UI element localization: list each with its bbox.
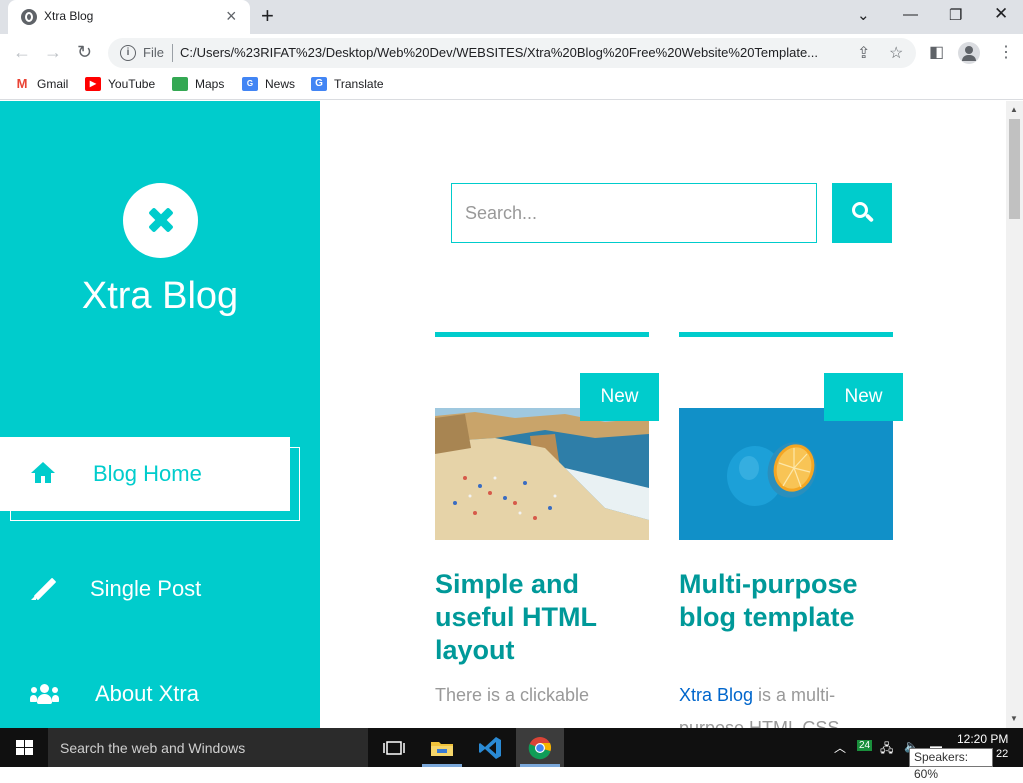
close-window-icon[interactable]: ✕ xyxy=(994,4,1008,24)
bookmark-youtube[interactable]: ▶ YouTube xyxy=(85,77,155,91)
post-card: New Simple and useful HTML layout There … xyxy=(435,332,659,728)
taskbar-search-placeholder: Search the web and Windows xyxy=(60,740,246,756)
profile-avatar-icon[interactable] xyxy=(958,42,980,64)
url-text[interactable]: C:/Users/%23RIFAT%23/Desktop/Web%20Dev/W… xyxy=(180,45,845,60)
reload-icon[interactable]: ↻ xyxy=(77,42,92,62)
bookmark-label: Translate xyxy=(334,77,384,91)
url-separator xyxy=(172,44,173,62)
vscode-icon[interactable] xyxy=(476,734,504,762)
forward-icon[interactable]: → xyxy=(44,42,62,62)
post-image-beach[interactable] xyxy=(435,408,649,540)
translate-icon: G xyxy=(311,77,327,91)
x-logo-icon xyxy=(123,183,198,258)
site-title[interactable]: Xtra Blog xyxy=(0,275,320,318)
nav-item-about[interactable]: About Xtra xyxy=(0,662,320,726)
pencil-icon xyxy=(30,577,57,601)
browser-tab-strip: Xtra Blog × + ⌄ — ❐ ✕ xyxy=(0,0,1023,34)
bookmark-star-icon[interactable]: ☆ xyxy=(889,43,903,63)
nav-item-blog-home[interactable]: Blog Home xyxy=(0,437,290,511)
post-title[interactable]: Simple and useful HTML layout xyxy=(435,568,649,667)
browser-toolbar: ← → ↻ i File C:/Users/%23RIFAT%23/Deskto… xyxy=(0,34,1023,72)
new-badge: New xyxy=(580,373,659,421)
restore-icon[interactable]: ❐ xyxy=(949,6,962,24)
close-tab-icon[interactable]: × xyxy=(226,7,237,25)
blue-orange-photo xyxy=(679,408,893,540)
chrome-icon xyxy=(526,734,554,762)
network-icon[interactable]: 🖧 xyxy=(880,739,893,760)
globe-icon xyxy=(21,9,37,25)
windows-taskbar: Search the web and Windows ︿ 24 🖧 🔈 ▬ 12… xyxy=(0,728,1023,767)
nav-label: About Xtra xyxy=(95,681,199,706)
gmail-icon: M xyxy=(14,77,30,91)
sidebar: Xtra Blog Blog Home Single Post About Xt… xyxy=(0,101,320,728)
post-card: New Multi-purpose blog template Xtra Blo… xyxy=(679,332,903,728)
file-explorer-icon[interactable] xyxy=(428,734,456,762)
maps-icon xyxy=(172,77,188,91)
tray-overflow-icon[interactable]: ︿ xyxy=(834,739,846,756)
post-image-orange[interactable] xyxy=(679,408,893,540)
search-input[interactable]: Search... xyxy=(451,183,817,243)
info-icon[interactable]: i xyxy=(120,45,136,61)
card-top-rule xyxy=(679,332,893,337)
share-icon[interactable]: ⇪ xyxy=(857,43,870,63)
search-button[interactable] xyxy=(832,183,892,243)
main-content: Search... New Simple and useful HTML lay… xyxy=(320,101,1006,728)
minimize-icon[interactable]: — xyxy=(903,6,918,23)
bookmark-label: Gmail xyxy=(37,77,69,91)
excerpt-link[interactable]: Xtra Blog xyxy=(679,685,753,705)
address-bar[interactable]: i File C:/Users/%23RIFAT%23/Desktop/Web%… xyxy=(108,38,916,68)
news-icon: G xyxy=(242,77,258,91)
card-top-rule xyxy=(435,332,649,337)
scroll-down-icon[interactable]: ▼ xyxy=(1010,714,1018,723)
chrome-taskbar-button[interactable] xyxy=(516,728,564,767)
windows-start-icon[interactable] xyxy=(16,740,33,756)
search-icon-handle xyxy=(864,213,875,223)
new-badge: New xyxy=(824,373,903,421)
clock-date: 22 xyxy=(996,748,1009,760)
url-scheme-label: File xyxy=(143,45,164,60)
bookmark-maps[interactable]: Maps xyxy=(172,77,224,91)
browser-tab[interactable]: Xtra Blog × xyxy=(8,0,250,34)
menu-kebab-icon[interactable]: ⋮ xyxy=(998,42,1014,62)
nav-label: Single Post xyxy=(90,576,202,601)
bookmark-label: Maps xyxy=(195,77,225,91)
clock[interactable]: 12:20 PM xyxy=(957,731,1008,747)
post-excerpt: Xtra Blog is a multi-purpose HTML CSS xyxy=(679,679,893,728)
bookmarks-bar: M Gmail ▶ YouTube Maps G News G Translat… xyxy=(0,72,1023,100)
tray-app-badge[interactable]: 24 xyxy=(857,740,873,751)
page-scrollbar[interactable]: ▲ ▼ xyxy=(1006,101,1023,728)
task-view-icon[interactable] xyxy=(380,734,408,762)
bookmark-label: News xyxy=(265,77,296,91)
logo[interactable] xyxy=(123,183,198,258)
beach-photo xyxy=(435,408,649,540)
tab-title: Xtra Blog xyxy=(44,9,94,23)
side-panel-icon[interactable]: ◧ xyxy=(929,42,944,62)
youtube-icon: ▶ xyxy=(85,77,101,91)
back-icon[interactable]: ← xyxy=(13,42,31,62)
post-title[interactable]: Multi-purpose blog template xyxy=(679,568,893,634)
clock-time: 12:20 PM xyxy=(957,732,1009,746)
post-excerpt: There is a clickable xyxy=(435,685,590,705)
scroll-thumb[interactable] xyxy=(1009,119,1020,219)
nav-item-single-post[interactable]: Single Post xyxy=(0,557,320,621)
bookmark-translate[interactable]: G Translate xyxy=(311,77,384,91)
tab-search-chevron-icon[interactable]: ⌄ xyxy=(857,6,870,24)
nav-label: Blog Home xyxy=(93,461,202,486)
bookmark-news[interactable]: G News xyxy=(242,77,295,91)
bookmark-gmail[interactable]: M Gmail xyxy=(14,77,68,91)
taskbar-search-box[interactable]: Search the web and Windows xyxy=(48,728,368,767)
scroll-up-icon[interactable]: ▲ xyxy=(1010,105,1018,114)
new-tab-icon[interactable]: + xyxy=(261,5,274,27)
volume-tooltip: Speakers: 60% xyxy=(909,748,993,781)
home-icon xyxy=(30,462,56,486)
page-viewport: Xtra Blog Blog Home Single Post About Xt… xyxy=(0,101,1006,728)
bookmark-label: YouTube xyxy=(108,77,156,91)
users-icon xyxy=(30,682,59,706)
